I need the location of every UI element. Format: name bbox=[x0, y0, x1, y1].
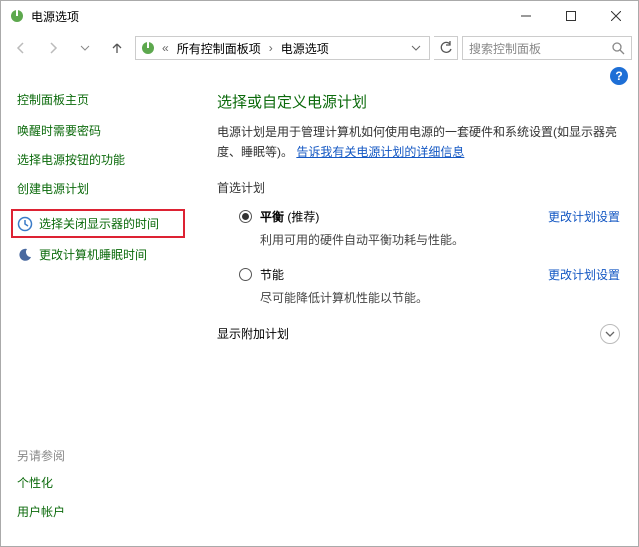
sidebar-link-password[interactable]: 唤醒时需要密码 bbox=[17, 122, 185, 139]
details-link[interactable]: 告诉我有关电源计划的详细信息 bbox=[296, 145, 464, 159]
see-also-personalization[interactable]: 个性化 bbox=[17, 474, 185, 491]
see-also-heading: 另请参阅 bbox=[17, 447, 185, 464]
sidebar-link-power-button[interactable]: 选择电源按钮的功能 bbox=[17, 151, 185, 168]
close-button[interactable] bbox=[593, 1, 638, 31]
sidebar-item-label: 更改计算机睡眠时间 bbox=[39, 246, 147, 263]
change-plan-settings-link[interactable]: 更改计划设置 bbox=[548, 208, 620, 225]
maximize-button[interactable] bbox=[548, 1, 593, 31]
breadcrumb-item[interactable]: 所有控制面板项 bbox=[175, 40, 263, 57]
clock-icon bbox=[17, 216, 33, 232]
sidebar-link-display-off[interactable]: 选择关闭显示器的时间 bbox=[11, 209, 185, 238]
sidebar-item-label: 选择关闭显示器的时间 bbox=[39, 215, 159, 232]
sidebar-link-sleep[interactable]: 更改计算机睡眠时间 bbox=[17, 246, 185, 263]
change-plan-settings-link[interactable]: 更改计划设置 bbox=[548, 266, 620, 283]
control-panel-home[interactable]: 控制面板主页 bbox=[17, 91, 185, 108]
preferred-plans-label: 首选计划 bbox=[217, 179, 620, 196]
page-description: 电源计划是用于管理计算机如何使用电源的一套硬件和系统设置(如显示器亮度、睡眠等)… bbox=[217, 122, 620, 163]
show-additional-plans[interactable]: 显示附加计划 bbox=[217, 325, 289, 342]
forward-button[interactable] bbox=[39, 36, 67, 60]
see-also-user-accounts[interactable]: 用户帐户 bbox=[17, 503, 185, 520]
plan-radio-balanced[interactable] bbox=[239, 210, 252, 223]
search-placeholder: 搜索控制面板 bbox=[469, 40, 541, 57]
moon-icon bbox=[17, 247, 33, 263]
search-input[interactable]: 搜索控制面板 bbox=[462, 36, 632, 60]
power-icon bbox=[9, 8, 25, 24]
refresh-button[interactable] bbox=[434, 36, 458, 60]
search-icon bbox=[612, 42, 625, 55]
plan-name-saver: 节能 bbox=[260, 266, 284, 283]
back-button[interactable] bbox=[7, 36, 35, 60]
breadcrumb-item[interactable]: 电源选项 bbox=[279, 40, 331, 57]
minimize-button[interactable] bbox=[503, 1, 548, 31]
up-button[interactable] bbox=[103, 36, 131, 60]
power-icon bbox=[140, 40, 156, 56]
plan-radio-saver[interactable] bbox=[239, 268, 252, 281]
crumb-sep: « bbox=[160, 41, 171, 55]
help-icon[interactable]: ? bbox=[610, 67, 628, 85]
page-heading: 选择或自定义电源计划 bbox=[217, 91, 620, 112]
sidebar-link-create-plan[interactable]: 创建电源计划 bbox=[17, 180, 185, 197]
address-bar[interactable]: « 所有控制面板项 › 电源选项 bbox=[135, 36, 430, 60]
address-dropdown[interactable] bbox=[407, 43, 425, 53]
chevron-right-icon[interactable]: › bbox=[267, 41, 275, 55]
window-title: 电源选项 bbox=[31, 8, 503, 25]
recent-dropdown[interactable] bbox=[71, 36, 99, 60]
expand-button[interactable] bbox=[600, 324, 620, 344]
plan-desc-saver: 尽可能降低计算机性能以节能。 bbox=[260, 289, 620, 306]
plan-name-balanced: 平衡 (推荐) bbox=[260, 208, 319, 225]
plan-desc-balanced: 利用可用的硬件自动平衡功耗与性能。 bbox=[260, 231, 620, 248]
